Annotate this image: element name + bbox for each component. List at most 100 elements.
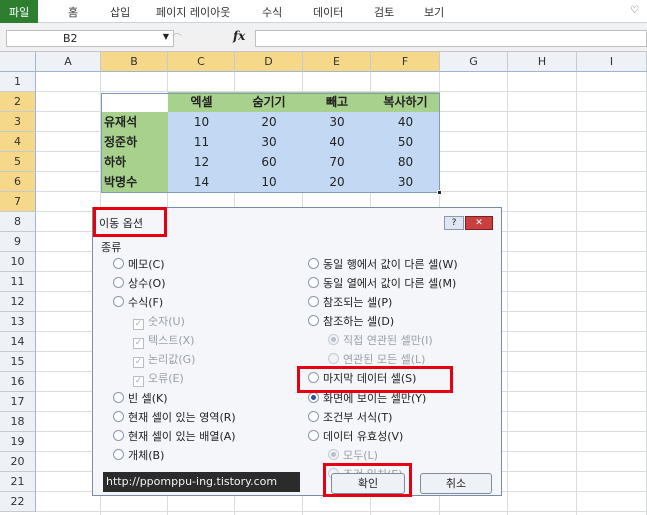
- row-header-6[interactable]: 6: [0, 172, 36, 192]
- column-header-f[interactable]: F: [371, 52, 440, 72]
- option-label: 참조하는 셀(D): [323, 315, 395, 328]
- close-button[interactable]: ✕: [465, 216, 493, 230]
- ribbon-tabs: 파일 홈 삽입 페이지 레이아웃 수식 데이터 검토 보기 ♡: [0, 0, 647, 23]
- tab-page-layout[interactable]: 페이지 레이아웃: [156, 4, 230, 20]
- row-header-14[interactable]: 14: [0, 332, 36, 352]
- checkbox-option: ✓ 숫자(U): [133, 313, 185, 330]
- tab-file[interactable]: 파일: [0, 0, 39, 23]
- column-header-b[interactable]: B: [101, 52, 168, 72]
- row-header-9[interactable]: 9: [0, 232, 36, 252]
- grid-line: [576, 72, 577, 515]
- row-header-3[interactable]: 3: [0, 112, 36, 132]
- grid-line: [507, 72, 508, 515]
- column-header-e[interactable]: E: [303, 52, 371, 72]
- row-header-15[interactable]: 15: [0, 352, 36, 372]
- radio-icon: [113, 277, 124, 288]
- column-header-a[interactable]: A: [36, 52, 101, 72]
- radio-option: 직접 연관된 셀만(I): [328, 332, 433, 348]
- radio-icon: [113, 296, 124, 307]
- row-header-13[interactable]: 13: [0, 312, 36, 332]
- radio-option[interactable]: 참조하는 셀(D): [308, 313, 394, 329]
- option-label: 직접 연관된 셀만(I): [343, 334, 433, 347]
- tab-insert[interactable]: 삽입: [110, 4, 130, 20]
- row-header-21[interactable]: 21: [0, 472, 36, 492]
- grid-line: [36, 511, 647, 512]
- radio-option[interactable]: 개체(B): [113, 447, 164, 463]
- tab-formulas[interactable]: 수식: [262, 4, 282, 20]
- row-header-18[interactable]: 18: [0, 412, 36, 432]
- column-header-i[interactable]: I: [577, 52, 647, 72]
- radio-icon: [113, 430, 124, 441]
- checkbox-icon: ✓: [133, 338, 144, 349]
- radio-option[interactable]: 현재 셀이 있는 영역(R): [113, 409, 236, 425]
- select-all-corner[interactable]: [0, 52, 36, 72]
- checkbox-option: ✓ 오류(E): [133, 370, 184, 387]
- name-box[interactable]: B2 ▼: [6, 30, 174, 47]
- option-label: 데이터 유효성(V): [323, 430, 404, 443]
- fx-icon[interactable]: fx: [233, 29, 245, 43]
- highlight-ok-button: [323, 463, 412, 497]
- column-header-c[interactable]: C: [168, 52, 235, 72]
- tab-review[interactable]: 검토: [374, 4, 394, 20]
- radio-option[interactable]: 수식(F): [113, 294, 163, 310]
- row-header-19[interactable]: 19: [0, 432, 36, 452]
- radio-icon: [308, 430, 319, 441]
- column-header-d[interactable]: D: [235, 52, 303, 72]
- checkbox-icon: ✓: [133, 357, 144, 368]
- url-watermark: http://ppomppu-ing.tistory.com: [103, 472, 300, 492]
- option-label: 현재 셀이 있는 배열(A): [128, 430, 236, 443]
- option-label: 빈 셀(K): [128, 392, 168, 405]
- row-header-20[interactable]: 20: [0, 452, 36, 472]
- go-to-special-dialog: 이동 옵션 ? ✕ 종류 메모(C) 상수(O) 수식(F) ✓ 숫자(U) ✓ 텍스트(X…: [92, 207, 502, 496]
- radio-option[interactable]: 빈 셀(K): [113, 390, 168, 406]
- option-label: 참조되는 셀(P): [323, 296, 393, 309]
- tab-home[interactable]: 홈: [68, 4, 78, 20]
- row-header-5[interactable]: 5: [0, 152, 36, 172]
- radio-icon: [113, 392, 124, 403]
- dropdown-arrow-icon[interactable]: ▼: [163, 32, 169, 41]
- row-header-22[interactable]: 22: [0, 492, 36, 512]
- row-header-10[interactable]: 10: [0, 252, 36, 272]
- option-label: 오류(E): [148, 372, 184, 385]
- radio-option: 모두(L): [328, 447, 378, 463]
- formula-resize-icon: ⌒: [172, 34, 182, 45]
- row-header-2[interactable]: 2: [0, 92, 36, 112]
- row-header-16[interactable]: 16: [0, 372, 36, 392]
- radio-option[interactable]: 상수(O): [113, 275, 165, 291]
- tab-data[interactable]: 데이터: [313, 4, 343, 20]
- chevron-down-icon[interactable]: ♡: [630, 5, 639, 16]
- option-label: 논리값(G): [148, 353, 196, 366]
- option-label: 현재 셀이 있는 영역(R): [128, 411, 236, 424]
- row-header-4[interactable]: 4: [0, 132, 36, 152]
- help-button[interactable]: ?: [444, 216, 464, 230]
- row-header-11[interactable]: 11: [0, 272, 36, 292]
- formula-input[interactable]: [255, 30, 647, 47]
- radio-option: 연관된 모든 셀(L): [328, 351, 425, 367]
- radio-option[interactable]: 현재 셀이 있는 배열(A): [113, 428, 236, 444]
- radio-option[interactable]: 조건부 서식(T): [308, 409, 392, 425]
- row-header-12[interactable]: 12: [0, 292, 36, 312]
- radio-option[interactable]: 동일 행에서 값이 다른 셀(W): [308, 256, 458, 272]
- table-border: [101, 93, 440, 193]
- tab-view[interactable]: 보기: [424, 4, 444, 20]
- row-header-8[interactable]: 8: [0, 212, 36, 232]
- radio-icon: [308, 277, 319, 288]
- option-label: 수식(F): [128, 296, 164, 309]
- radio-option[interactable]: 동일 열에서 값이 다른 셀(M): [308, 275, 456, 291]
- option-label: 개체(B): [128, 449, 165, 462]
- option-label: 동일 행에서 값이 다른 셀(W): [323, 258, 458, 271]
- fill-handle[interactable]: [437, 190, 442, 195]
- radio-option[interactable]: 참조되는 셀(P): [308, 294, 392, 310]
- row-header-7[interactable]: 7: [0, 192, 36, 212]
- row-header-17[interactable]: 17: [0, 392, 36, 412]
- cancel-button[interactable]: 취소: [420, 473, 492, 494]
- radio-option[interactable]: 메모(C): [113, 256, 165, 272]
- option-label: 메모(C): [128, 258, 165, 271]
- option-label: 상수(O): [128, 277, 166, 290]
- option-label: 동일 열에서 값이 다른 셀(M): [323, 277, 457, 290]
- column-header-h[interactable]: H: [508, 52, 577, 72]
- radio-icon: [328, 449, 339, 460]
- radio-option[interactable]: 데이터 유효성(V): [308, 428, 403, 444]
- row-header-1[interactable]: 1: [0, 72, 36, 92]
- column-header-g[interactable]: G: [440, 52, 508, 72]
